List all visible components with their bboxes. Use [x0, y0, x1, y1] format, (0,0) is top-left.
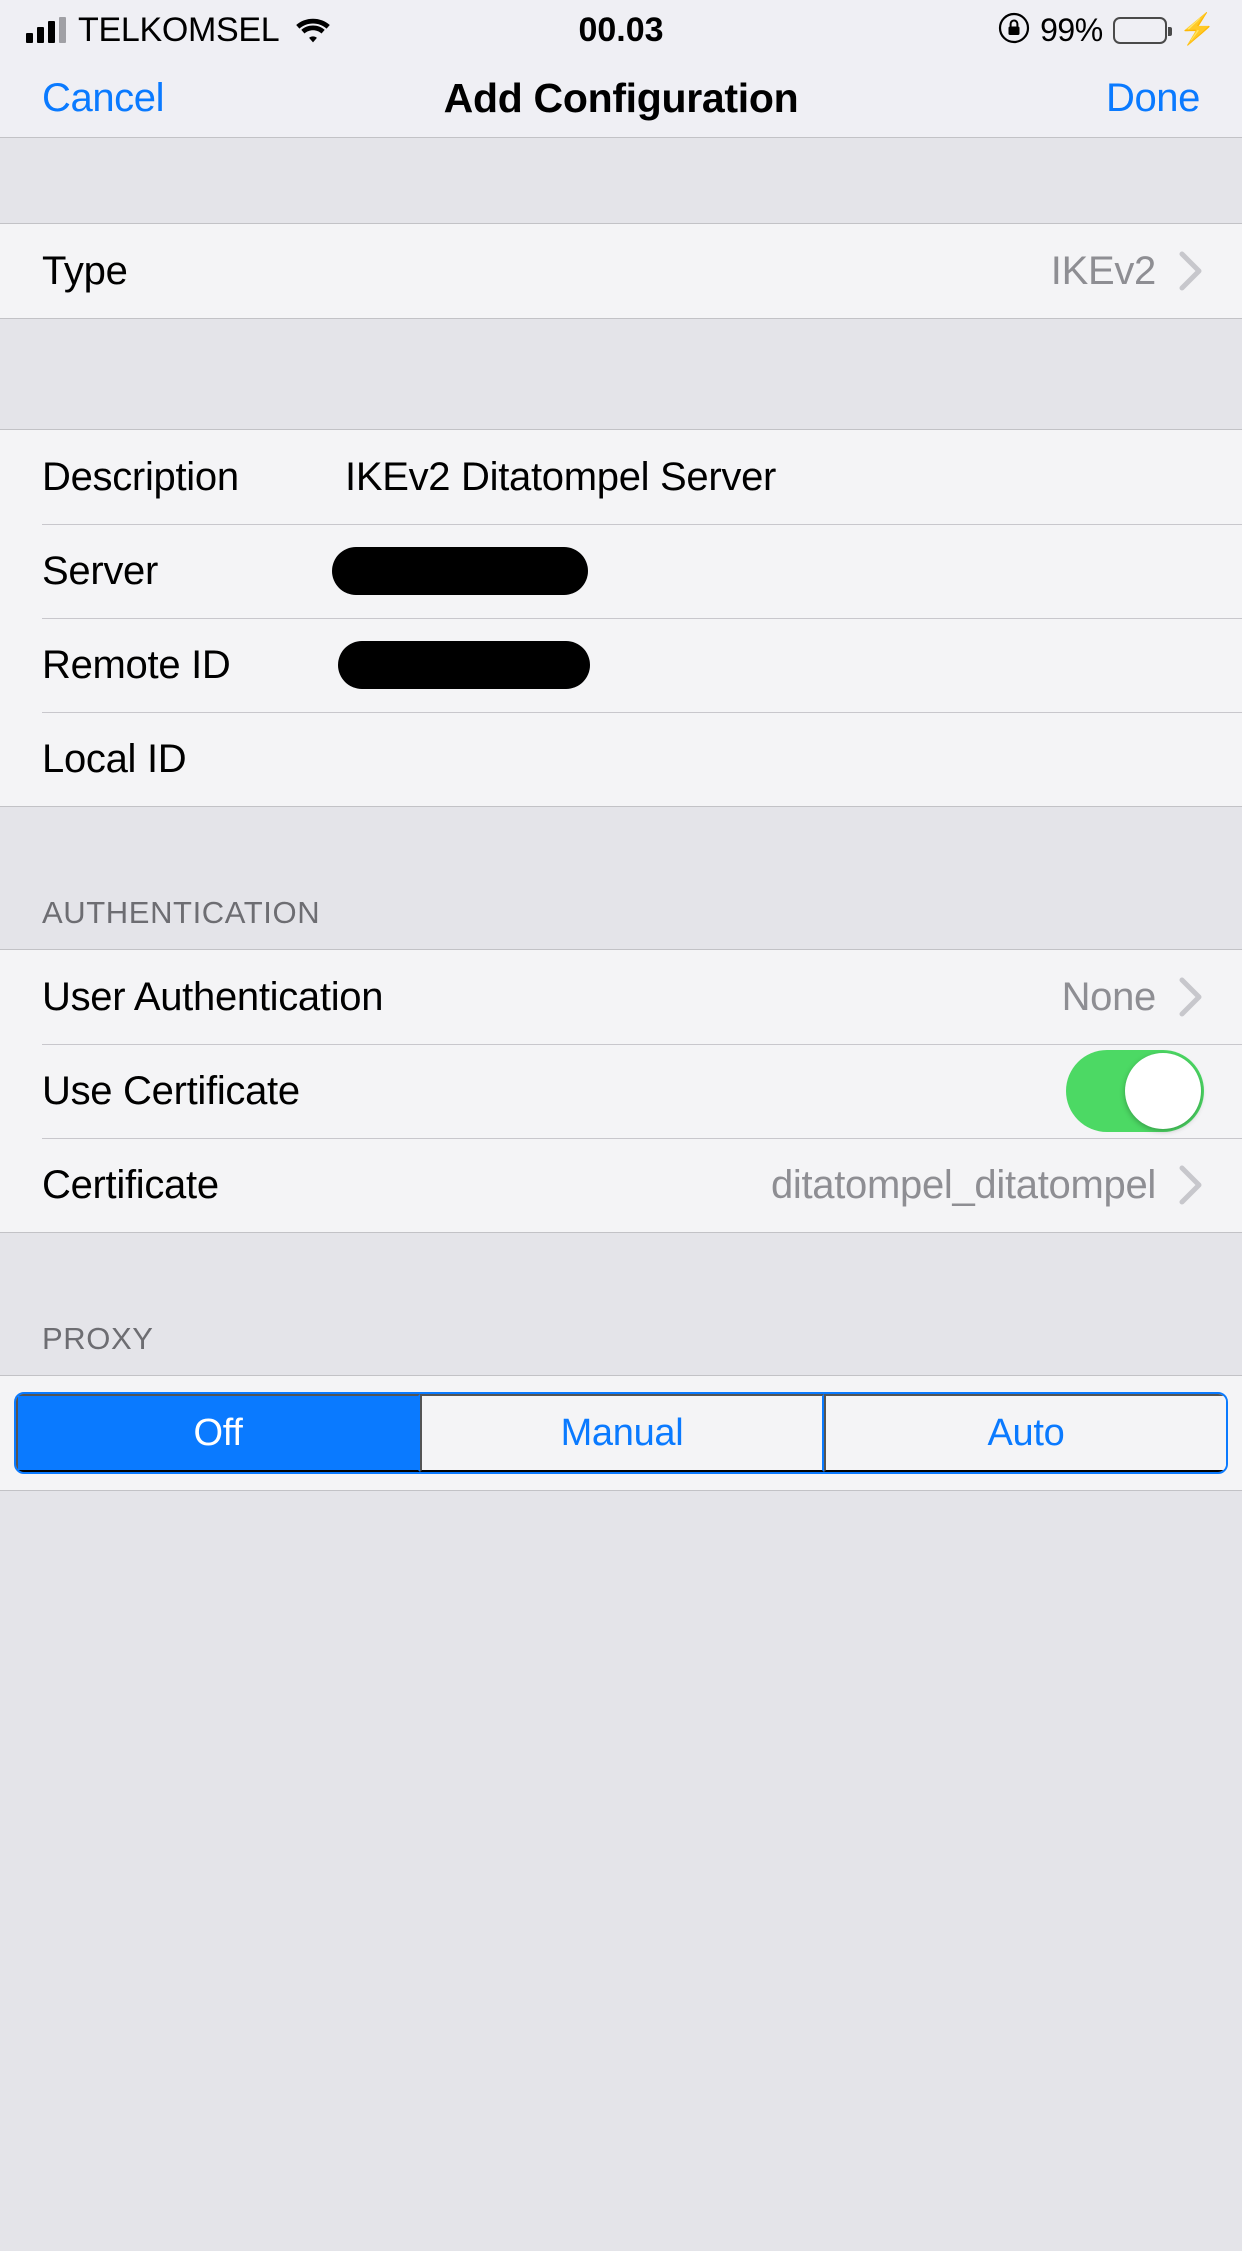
done-button[interactable]: Done	[1106, 76, 1200, 121]
server-group: Description IKEv2 Ditatompel Server Serv…	[0, 429, 1242, 807]
settings-content: Type IKEv2 Description IKEv2 Ditatompel …	[0, 138, 1242, 2251]
use-certificate-toggle[interactable]	[1066, 1050, 1204, 1132]
status-bar-right: 99% ⚡	[998, 12, 1216, 49]
chevron-right-icon	[1178, 976, 1204, 1018]
proxy-segment-off[interactable]: Off	[16, 1394, 420, 1472]
row-type-label: Type	[42, 248, 128, 293]
proxy-section-header: PROXY	[0, 1233, 1242, 1375]
row-certificate-value: ditatompel_ditatompel	[770, 1162, 1156, 1207]
rotation-lock-icon	[998, 12, 1030, 49]
type-group: Type IKEv2	[0, 223, 1242, 319]
row-local-id-label: Local ID	[42, 736, 187, 781]
row-description[interactable]: Description IKEv2 Ditatompel Server	[0, 430, 1242, 524]
row-remote-id-label: Remote ID	[42, 642, 231, 687]
row-local-id[interactable]: Local ID	[0, 712, 1242, 806]
chevron-right-icon	[1178, 250, 1204, 292]
status-bar: TELKOMSEL 00.03 99% ⚡	[0, 0, 1242, 60]
proxy-segment-manual[interactable]: Manual	[420, 1394, 824, 1472]
row-use-certificate-label: Use Certificate	[42, 1068, 300, 1113]
signal-bars-icon	[26, 17, 66, 43]
row-use-certificate[interactable]: Use Certificate	[0, 1044, 1242, 1138]
authentication-section-header: AUTHENTICATION	[0, 807, 1242, 949]
proxy-segment-auto[interactable]: Auto	[824, 1394, 1226, 1472]
server-input-redacted[interactable]	[332, 547, 588, 595]
bottom-empty-area	[0, 1491, 1242, 2251]
row-server-label: Server	[42, 548, 159, 593]
status-bar-left: TELKOMSEL	[26, 13, 331, 47]
cancel-button[interactable]: Cancel	[42, 76, 165, 121]
battery-percentage-label: 99%	[1040, 11, 1103, 48]
authentication-group: User Authentication None Use Certificate…	[0, 949, 1242, 1233]
chevron-right-icon	[1178, 1164, 1204, 1206]
row-certificate-label: Certificate	[42, 1162, 219, 1207]
battery-icon	[1112, 16, 1172, 44]
wifi-icon	[295, 16, 331, 44]
carrier-label: TELKOMSEL	[78, 11, 280, 49]
row-user-authentication[interactable]: User Authentication None	[0, 950, 1242, 1044]
row-type[interactable]: Type IKEv2	[0, 224, 1242, 318]
lightning-bolt-icon: ⚡	[1178, 13, 1216, 46]
row-user-authentication-label: User Authentication	[42, 974, 384, 1019]
page-title: Add Configuration	[443, 75, 799, 121]
row-user-authentication-value: None	[1061, 974, 1157, 1019]
row-remote-id[interactable]: Remote ID	[0, 618, 1242, 712]
row-description-label: Description	[42, 454, 239, 499]
proxy-segmented-control[interactable]: Off Manual Auto	[14, 1392, 1228, 1474]
navigation-bar: Cancel Add Configuration Done	[0, 60, 1242, 138]
description-input[interactable]: IKEv2 Ditatompel Server	[345, 455, 776, 500]
remote-id-input-redacted[interactable]	[338, 641, 590, 689]
spacer-above-server	[0, 319, 1242, 429]
row-certificate[interactable]: Certificate ditatompel_ditatompel	[0, 1138, 1242, 1232]
spacer-above-type	[0, 138, 1242, 223]
row-server[interactable]: Server	[0, 524, 1242, 618]
row-type-value: IKEv2	[1050, 248, 1157, 293]
proxy-group: Off Manual Auto	[0, 1375, 1242, 1491]
toggle-knob	[1125, 1053, 1201, 1129]
